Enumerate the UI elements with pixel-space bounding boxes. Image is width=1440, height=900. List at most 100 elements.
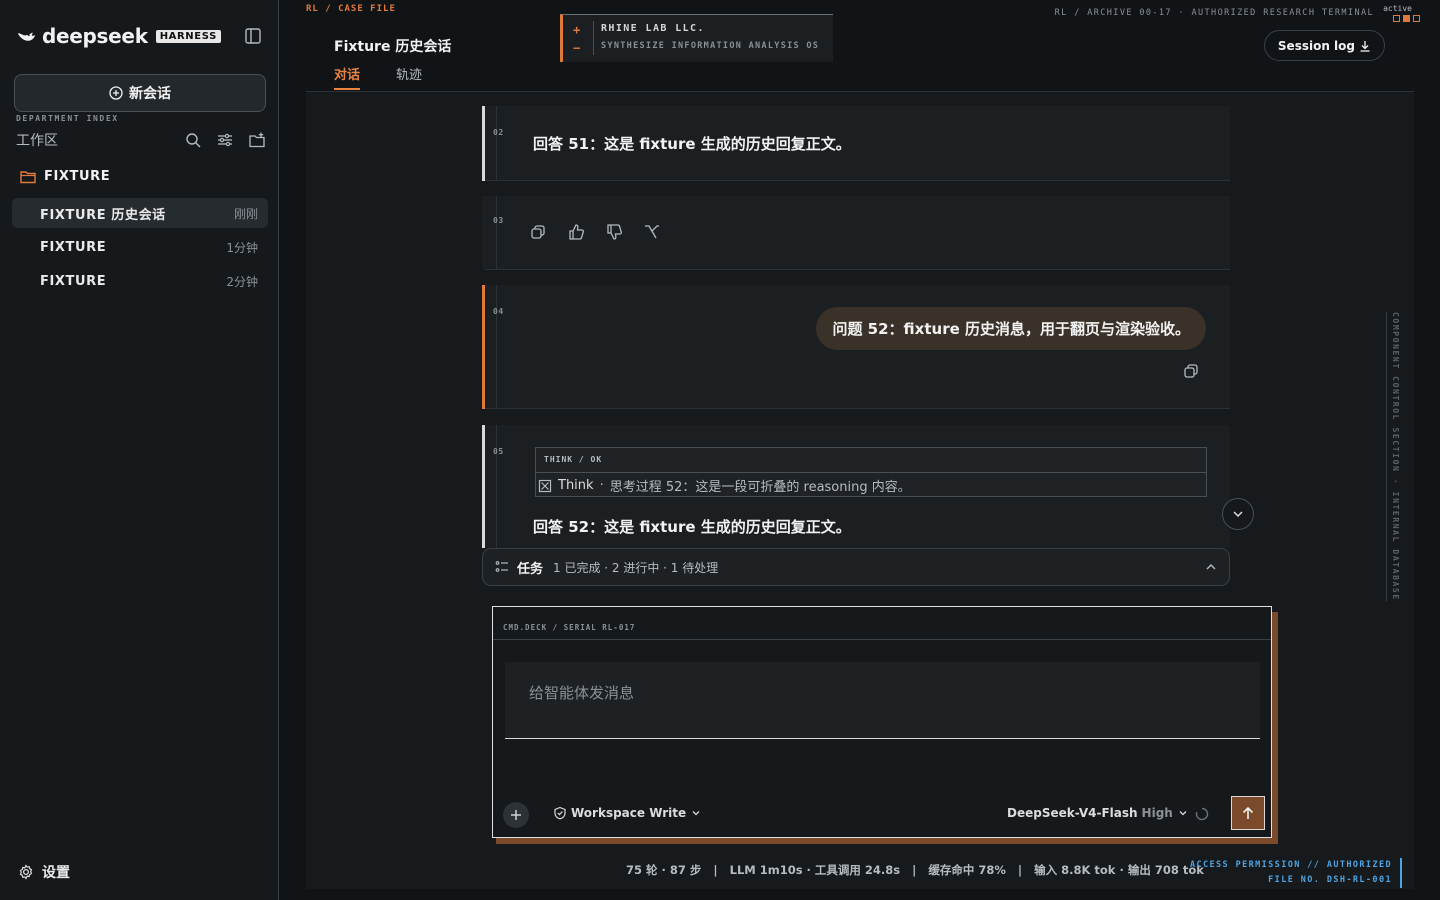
model-name: DeepSeek-V4-Flash (1007, 806, 1138, 820)
brand-minus: − (573, 41, 581, 55)
model-effort: High (1141, 806, 1173, 820)
think-row[interactable]: Think · 思考过程 52：这是一段可折叠的 reasoning 内容。 (538, 476, 911, 495)
attach-button[interactable] (503, 802, 529, 828)
block-rule (496, 106, 497, 181)
access-line: ACCESS PERMISSION // AUTHORIZED (1189, 860, 1392, 870)
session-log-button[interactable]: Session log (1263, 30, 1385, 61)
vertical-section-label: COMPONENT CONTROL SECTION · INTERNAL DAT… (1386, 312, 1400, 601)
copy-icon[interactable] (529, 223, 547, 241)
chevron-up-icon[interactable] (1205, 561, 1217, 573)
main-area: RL / CASE FILE Fixture 历史会话 对话 轨迹 + − RH… (280, 0, 1440, 900)
tab-trajectory[interactable]: 轨迹 (396, 64, 422, 83)
new-chat-button[interactable]: 新会话 (14, 74, 266, 112)
block-number: 02 (493, 128, 504, 137)
brand-subtitle: SYNTHESIZE INFORMATION ANALYSIS OS (601, 41, 820, 51)
session-item[interactable]: FIXTURE 1分钟 (12, 232, 268, 262)
session-time: 刚刚 (233, 206, 258, 221)
download-icon (1360, 40, 1370, 52)
chevron-down-icon (1179, 811, 1187, 816)
thumbs-up-icon[interactable] (567, 223, 585, 241)
folder-fixture[interactable]: FIXTURE (20, 169, 110, 184)
tab-chat[interactable]: 对话 (334, 64, 361, 90)
block-divider (485, 269, 1230, 270)
session-title: FIXTURE (40, 239, 107, 255)
message-actions (529, 223, 661, 241)
model-select[interactable]: DeepSeek-V4-Flash High (1007, 806, 1189, 820)
chat-pane: 02 回答 51：这是 fixture 生成的历史回复正文。 03 04 问题 … (306, 92, 1414, 889)
block-number: 03 (493, 216, 504, 225)
assistant-message: 05 THINK / OK Think · 思考过程 52：这是一段可折叠的 r… (482, 425, 1230, 548)
send-button[interactable] (1231, 796, 1265, 830)
think-header: THINK / OK (544, 455, 603, 464)
assistant-message: 02 回答 51：这是 fixture 生成的历史回复正文。 (482, 106, 1230, 181)
branch-icon[interactable] (643, 223, 661, 241)
think-toggle-icon (538, 479, 552, 492)
thumbs-down-icon[interactable] (605, 223, 623, 241)
block-rule (496, 425, 497, 548)
session-log-label: Session log (1277, 38, 1355, 53)
logo-text: deepseek (42, 24, 148, 48)
workspace-label: 工作区 (16, 133, 58, 149)
answer-text: 回答 52：这是 fixture 生成的历史回复正文。 (533, 518, 851, 536)
logo: deepseek HARNESS (16, 24, 221, 48)
session-time: 1分钟 (226, 240, 258, 255)
task-label: 任务 (517, 561, 544, 577)
chevron-down-icon (1233, 511, 1243, 518)
plus-circle-icon (109, 86, 123, 100)
whale-logo-icon (17, 32, 36, 41)
session-title: FIXTURE (40, 273, 107, 289)
sidebar: deepseek HARNESS 新会话 DEPARTMENT INDEX 工作… (0, 0, 279, 900)
chevron-down-icon (692, 811, 700, 816)
block-number: 05 (493, 447, 504, 456)
scroll-down-button[interactable] (1222, 498, 1254, 530)
permission-mode-select[interactable]: Workspace Write (553, 806, 706, 820)
sidebar-toggle-icon[interactable] (244, 27, 262, 45)
status-indicator (1393, 15, 1420, 22)
department-index-label: DEPARTMENT INDEX (16, 114, 119, 123)
file-number: FILE NO. DSH-RL-001 (1268, 875, 1392, 885)
case-file-label: RL / CASE FILE (306, 4, 396, 14)
block-divider (485, 408, 1230, 409)
task-list-icon (495, 561, 508, 572)
folder-icon (20, 170, 36, 183)
logo-badge: HARNESS (155, 29, 221, 43)
think-separator: · (599, 478, 604, 493)
think-panel[interactable]: THINK / OK Think · 思考过程 52：这是一段可折叠的 reas… (535, 447, 1207, 497)
block-number: 04 (493, 307, 504, 316)
session-item[interactable]: FIXTURE 2分钟 (12, 266, 268, 296)
usage-stats: 75 轮 · 87 步 | LLM 1m10s · 工具调用 24.8s | 缓… (626, 863, 1204, 877)
gear-icon (19, 864, 33, 880)
session-title: FIXTURE 历史会话 (40, 207, 166, 223)
filter-icon[interactable] (216, 131, 234, 149)
settings-label: 设置 (42, 865, 70, 881)
status-square (1403, 15, 1410, 22)
access-permission: ACCESS PERMISSION // AUTHORIZED FILE NO.… (1190, 858, 1402, 888)
permission-mode-label: Workspace Write (571, 806, 687, 820)
think-divider (536, 472, 1206, 473)
task-stats: 1 已完成 · 2 进行中 · 1 待处理 (553, 560, 719, 575)
plus-icon (511, 810, 521, 820)
page-title: Fixture 历史会话 (334, 39, 452, 55)
status-square (1393, 15, 1400, 22)
session-time: 2分钟 (226, 274, 258, 289)
new-chat-label: 新会话 (129, 86, 171, 102)
copy-icon[interactable] (1182, 362, 1200, 380)
task-bar[interactable]: 任务 1 已完成 · 2 进行中 · 1 待处理 (482, 548, 1230, 586)
folder-label: FIXTURE (44, 169, 111, 184)
status-square (1413, 15, 1420, 22)
settings-button[interactable]: 设置 (18, 862, 70, 882)
user-bubble: 问题 52：fixture 历史消息，用于翻页与渲染验收。 (816, 307, 1206, 350)
brand-box: + − RHINE LAB LLC. SYNTHESIZE INFORMATIO… (560, 14, 833, 62)
workspace-row: 工作区 (16, 130, 266, 150)
message-input[interactable]: 给智能体发消息 (505, 662, 1260, 739)
answer-text: 回答 51：这是 fixture 生成的历史回复正文。 (533, 135, 851, 153)
block-rule (496, 196, 497, 270)
search-icon[interactable] (184, 131, 202, 149)
session-item[interactable]: FIXTURE 历史会话 刚刚 (12, 198, 268, 228)
loading-spinner-icon (1195, 807, 1209, 821)
brand-name: RHINE LAB LLC. (601, 23, 705, 34)
composer-serial: CMD.DECK / SERIAL RL-017 (503, 623, 636, 632)
shield-icon (554, 806, 566, 820)
new-folder-icon[interactable] (248, 131, 266, 149)
input-placeholder: 给智能体发消息 (529, 684, 635, 702)
